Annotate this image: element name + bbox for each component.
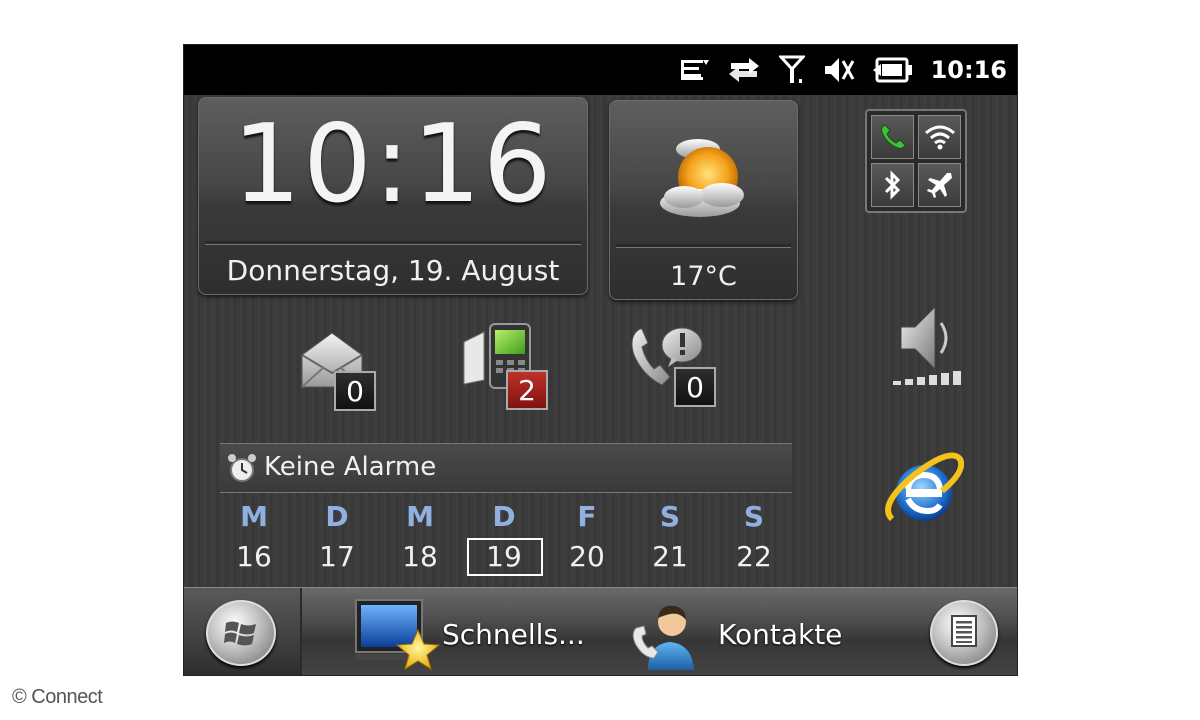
weekday-label: D: [492, 500, 516, 533]
alarm-bar[interactable]: Keine Alarme: [220, 443, 792, 493]
sms-count-badge: 2: [506, 370, 548, 410]
alarm-clock-icon: [226, 452, 258, 488]
status-bar: 10:16: [184, 45, 1017, 95]
weekday-label: S: [659, 500, 681, 533]
quick-launch-button[interactable]: Schnells...: [354, 592, 594, 672]
phone-screen: 10:16 10:16 Donnerstag, 19. August 17°C: [183, 44, 1018, 676]
weekday-label: D: [325, 500, 349, 533]
speaker-muted-icon[interactable]: [823, 55, 855, 85]
quick-launch-star-icon: [354, 596, 442, 675]
weekday-label: M: [240, 500, 268, 533]
big-clock: 10:16: [232, 102, 554, 227]
weekday-label: M: [406, 500, 434, 533]
status-time: 10:16: [930, 56, 1007, 84]
email-count-badge: 0: [334, 371, 376, 411]
voicemail-notification[interactable]: 0: [628, 321, 728, 417]
day-number[interactable]: 22: [724, 540, 784, 573]
phone-icon[interactable]: [871, 115, 914, 159]
internet-explorer-icon[interactable]: [884, 449, 965, 535]
temperature-label: 17°C: [670, 261, 737, 292]
weekday-label: F: [577, 500, 597, 533]
day-number[interactable]: 18: [390, 540, 450, 573]
day-number[interactable]: 21: [640, 540, 700, 573]
weekday-label: S: [743, 500, 765, 533]
copyright-watermark: © Connect: [12, 686, 103, 708]
weather-widget[interactable]: 17°C: [609, 100, 798, 300]
quick-launch-label: Schnells...: [442, 618, 585, 651]
contacts-button[interactable]: Kontakte: [630, 592, 870, 672]
volume-icon[interactable]: [887, 299, 967, 393]
clock-widget[interactable]: 10:16 Donnerstag, 19. August: [198, 97, 588, 295]
date-label: Donnerstag, 19. August: [226, 254, 560, 287]
menu-icon: [951, 615, 977, 651]
day-number[interactable]: 20: [557, 540, 617, 573]
data-transfer-icon[interactable]: [727, 55, 761, 85]
sms-notification[interactable]: 2: [462, 320, 562, 416]
airplane-icon[interactable]: [918, 163, 961, 207]
battery-icon[interactable]: [872, 56, 913, 84]
message-waiting-icon[interactable]: [679, 57, 709, 83]
clock-divider: [205, 241, 581, 245]
contacts-icon: [630, 598, 706, 674]
menu-button[interactable]: [930, 600, 998, 666]
taskbar: Schnells... Kontakte: [184, 587, 1017, 675]
wifi-icon[interactable]: [918, 115, 961, 159]
day-number[interactable]: 16: [224, 540, 284, 573]
start-button[interactable]: [184, 588, 302, 675]
alarm-text: Keine Alarme: [264, 452, 437, 482]
sun-behind-clouds-icon: [650, 129, 755, 233]
contacts-label: Kontakte: [718, 618, 843, 651]
email-notification[interactable]: 0: [296, 329, 386, 415]
connectivity-panel: [865, 109, 967, 213]
day-number-today[interactable]: 19: [474, 540, 534, 573]
voicemail-count-badge: 0: [674, 367, 716, 407]
day-number[interactable]: 17: [307, 540, 367, 573]
windows-logo-icon: [206, 600, 276, 666]
signal-antenna-icon[interactable]: [778, 55, 805, 85]
weather-divider: [616, 244, 791, 248]
bluetooth-icon[interactable]: [871, 163, 914, 207]
